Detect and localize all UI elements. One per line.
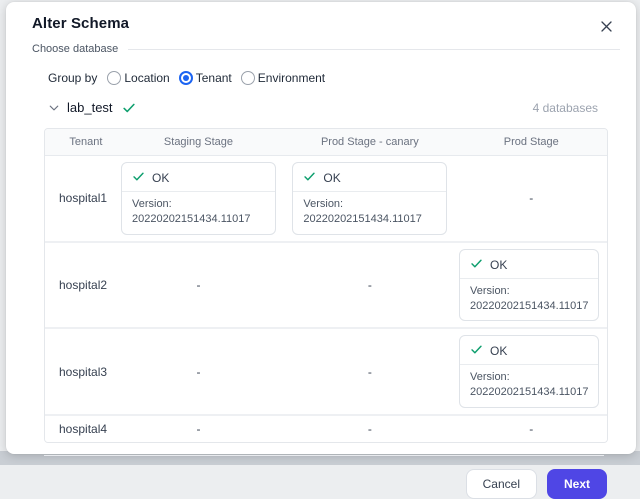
radio-location-label: Location [124, 71, 169, 85]
dialog-subtitle: Choose database [32, 43, 118, 55]
tenant-name: hospital1 [59, 191, 107, 205]
empty-stage-dash: - [529, 191, 533, 205]
tenant-name: hospital4 [59, 422, 107, 436]
dialog-title: Alter Schema [32, 15, 129, 32]
next-button[interactable]: Next [547, 469, 607, 499]
version-value: 20220202151434.11017 [303, 212, 436, 227]
radio-tenant-label: Tenant [196, 71, 232, 85]
stage-cell: OK Version: 20220202151434.11017 [456, 335, 607, 408]
radio-location-circle[interactable] [107, 71, 121, 85]
table-row: hospital3 - - OK Version: 20220202151434… [45, 327, 607, 414]
dialog-subtitle-row: Choose database [6, 38, 636, 55]
stage-cell: OK Version: 20220202151434.11017 [113, 162, 284, 235]
column-header-prod-canary: Prod Stage - canary [284, 129, 455, 155]
dialog-header: Alter Schema [6, 2, 636, 38]
check-icon [470, 343, 483, 359]
group-ok-check-icon [122, 101, 136, 115]
alter-schema-dialog: Alter Schema Choose database Group by Lo… [6, 2, 636, 454]
column-header-staging: Staging Stage [113, 129, 284, 155]
version-value: 20220202151434.11017 [132, 212, 265, 227]
radio-tenant-circle[interactable] [179, 71, 193, 85]
stage-cell: - [113, 335, 284, 408]
dialog-footer: Cancel Next [6, 456, 636, 499]
close-button[interactable] [595, 15, 618, 38]
stage-cell: - [284, 416, 455, 442]
radio-location[interactable]: Location [107, 71, 169, 85]
empty-stage-dash: - [368, 278, 372, 292]
database-count-label: 4 databases [533, 101, 598, 115]
empty-stage-dash: - [368, 422, 372, 436]
status-text: OK [152, 171, 169, 185]
version-label: Version: [132, 197, 265, 212]
cancel-button[interactable]: Cancel [466, 469, 537, 499]
table-row: hospital1 OK Version: 20220202151434.110… [45, 156, 607, 241]
close-icon [599, 22, 614, 37]
stage-cell: - [113, 249, 284, 322]
status-card: OK Version: 20220202151434.11017 [121, 162, 276, 235]
radio-tenant[interactable]: Tenant [179, 71, 232, 85]
version-value: 20220202151434.11017 [470, 385, 588, 400]
status-text: OK [490, 344, 507, 358]
radio-environment-label: Environment [258, 71, 325, 85]
empty-stage-dash: - [196, 278, 200, 292]
check-icon [132, 170, 145, 186]
stage-cell: - [284, 249, 455, 322]
tenant-name: hospital2 [59, 278, 107, 292]
empty-stage-dash: - [196, 365, 200, 379]
status-card: OK Version: 20220202151434.11017 [459, 335, 599, 408]
stage-cell: - [113, 416, 284, 442]
database-group-header[interactable]: lab_test 4 databases [48, 100, 598, 115]
table-row: hospital2 - - OK Version: 20220202151434… [45, 241, 607, 328]
empty-stage-dash: - [368, 365, 372, 379]
status-card: OK Version: 20220202151434.11017 [292, 162, 447, 235]
tenant-name: hospital3 [59, 365, 107, 379]
stage-cell: - [284, 335, 455, 408]
empty-stage-dash: - [529, 422, 533, 436]
radio-environment-circle[interactable] [241, 71, 255, 85]
empty-stage-dash: - [196, 422, 200, 436]
group-by-section: Group by Location Tenant Environment [48, 71, 636, 85]
status-card: OK Version: 20220202151434.11017 [459, 249, 599, 322]
chevron-down-icon[interactable] [48, 102, 60, 114]
version-label: Version: [470, 370, 588, 385]
version-label: Version: [303, 197, 436, 212]
database-group-name: lab_test [67, 100, 113, 115]
status-text: OK [323, 171, 340, 185]
stage-cell: - [456, 162, 607, 235]
status-text: OK [490, 258, 507, 272]
check-icon [303, 170, 316, 186]
database-table: Tenant Staging Stage Prod Stage - canary… [44, 128, 608, 443]
version-label: Version: [470, 284, 588, 299]
version-value: 20220202151434.11017 [470, 299, 588, 314]
stage-cell: - [456, 416, 607, 442]
table-row: hospital4 - - - [45, 414, 607, 442]
subtitle-divider [128, 49, 620, 50]
column-header-prod: Prod Stage [456, 129, 607, 155]
column-header-tenant: Tenant [45, 129, 113, 155]
table-header-row: Tenant Staging Stage Prod Stage - canary… [45, 129, 607, 156]
check-icon [470, 257, 483, 273]
group-by-label: Group by [48, 71, 97, 85]
stage-cell: OK Version: 20220202151434.11017 [456, 249, 607, 322]
radio-environment[interactable]: Environment [241, 71, 325, 85]
stage-cell: OK Version: 20220202151434.11017 [284, 162, 455, 235]
